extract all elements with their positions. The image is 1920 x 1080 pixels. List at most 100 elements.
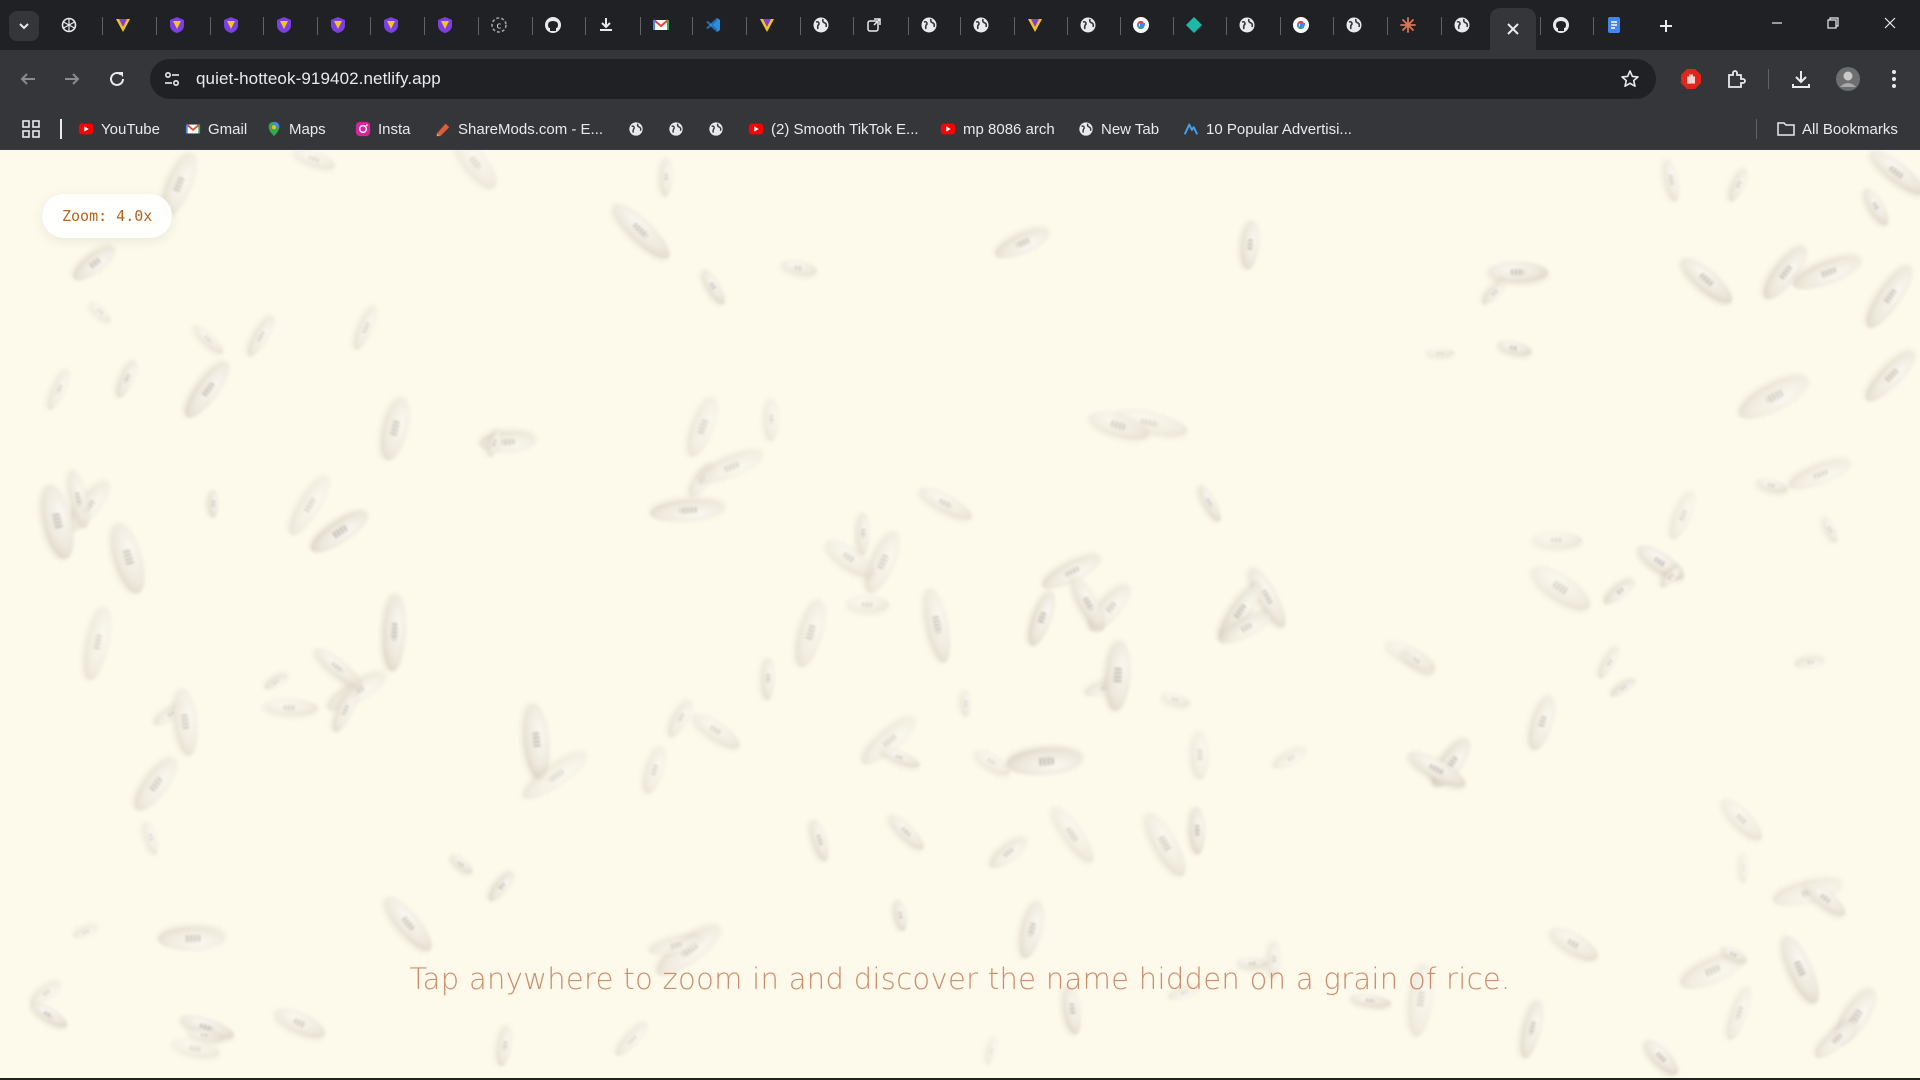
bookmark-item[interactable] (668, 118, 684, 140)
extension-adblock-button[interactable] (1675, 63, 1707, 95)
browser-tab[interactable] (1333, 8, 1375, 42)
forward-button[interactable] (56, 63, 88, 95)
rice-grain (1517, 999, 1548, 1061)
rice-grain (1665, 489, 1700, 543)
bookmark-item[interactable]: Insta (355, 118, 411, 140)
browser-tab[interactable] (640, 8, 682, 42)
browser-tab-active[interactable] (1490, 8, 1536, 50)
rice-grain (1716, 793, 1768, 846)
apps-button[interactable] (22, 118, 40, 140)
extensions-button[interactable] (1720, 63, 1752, 95)
browser-tab[interactable] (1067, 8, 1109, 42)
new-tab-button[interactable] (1651, 11, 1681, 41)
address-bar[interactable]: quiet-hotteok-919402.netlify.app (150, 59, 1656, 99)
all-bookmarks-button[interactable]: All Bookmarks (1777, 118, 1898, 140)
tab-separator (800, 17, 801, 35)
bookmark-item[interactable]: 10 Popular Advertisi... (1183, 118, 1352, 140)
bookmark-star-button[interactable] (1618, 67, 1642, 91)
browser-tab[interactable] (908, 8, 950, 42)
bookmark-item[interactable]: mp 8086 arch (940, 118, 1055, 140)
rice-grain (1532, 531, 1583, 549)
browser-tab[interactable] (532, 8, 574, 42)
rice-field[interactable] (0, 150, 1920, 1078)
browser-tab[interactable] (1226, 8, 1268, 42)
browser-tab[interactable] (263, 8, 305, 42)
browser-tab[interactable] (1441, 8, 1483, 42)
bookmark-item[interactable]: ShareMods.com - E... (435, 118, 603, 140)
tab-separator (853, 17, 854, 35)
rice-grain (765, 398, 780, 441)
back-button[interactable] (12, 63, 44, 95)
page-viewport[interactable]: Zoom: 4.0x Tap anywhere to zoom in and d… (0, 150, 1920, 1078)
browser-tab[interactable] (1280, 8, 1322, 42)
downloads-button[interactable] (1785, 63, 1817, 95)
bookmark-item[interactable] (708, 118, 724, 140)
browser-tab[interactable] (960, 8, 1002, 42)
google-icon (1293, 17, 1309, 33)
minimize-button[interactable] (1749, 0, 1805, 46)
browser-tab[interactable] (424, 8, 466, 42)
tab-separator (1226, 17, 1227, 35)
rice-grain (271, 1002, 329, 1044)
bookmark-item[interactable]: YouTube (78, 118, 160, 140)
browser-tab[interactable] (1593, 8, 1635, 42)
browser-tab[interactable] (210, 8, 252, 42)
browser-tab[interactable] (853, 8, 895, 42)
youtube-icon (748, 123, 764, 135)
rice-grain (1726, 167, 1751, 204)
rice-grain (1191, 731, 1209, 780)
rice-grain (375, 394, 415, 464)
bookmark-item[interactable] (628, 118, 644, 140)
rice-grain (378, 890, 439, 957)
rice-grain (448, 150, 504, 195)
browser-menu-button[interactable] (1878, 63, 1910, 95)
browser-tab[interactable] (48, 8, 90, 42)
browser-tab[interactable] (1387, 8, 1429, 42)
star-icon (1621, 70, 1639, 87)
rice-grain (1786, 454, 1855, 496)
restore-button[interactable] (1805, 0, 1861, 46)
bookmark-item[interactable]: New Tab (1078, 118, 1159, 140)
browser-tab[interactable] (746, 8, 788, 42)
reload-button[interactable] (101, 63, 133, 95)
tab-separator (156, 17, 157, 35)
bookmark-label: Maps (289, 120, 326, 138)
rice-grain (157, 926, 226, 952)
bookmark-item[interactable]: Maps (266, 118, 326, 140)
tab-separator (692, 17, 693, 35)
browser-tab[interactable] (585, 8, 627, 42)
rice-grain (1023, 589, 1060, 650)
browser-tab[interactable] (370, 8, 412, 42)
tab-separator (317, 17, 318, 35)
rice-grain (1609, 676, 1639, 699)
tab-search-button[interactable] (9, 11, 39, 41)
site-info-button[interactable] (160, 67, 184, 91)
shield-v-icon (170, 17, 184, 33)
profile-avatar[interactable] (1832, 63, 1864, 95)
browser-tab[interactable] (800, 8, 842, 42)
rice-grain (1794, 656, 1825, 670)
close-window-button[interactable] (1862, 0, 1918, 46)
tab-separator (370, 17, 371, 35)
browser-tab[interactable] (1014, 8, 1056, 42)
browser-tab[interactable] (156, 8, 198, 42)
globe-icon (973, 17, 989, 33)
tab-separator (1173, 17, 1174, 35)
url-text[interactable]: quiet-hotteok-919402.netlify.app (196, 69, 441, 89)
browser-tab[interactable] (1173, 8, 1215, 42)
browser-tab[interactable] (692, 8, 734, 42)
browser-tab[interactable] (1120, 8, 1162, 42)
puzzle-icon (1728, 70, 1746, 88)
browser-tab[interactable] (1540, 8, 1582, 42)
github-icon (1553, 17, 1569, 33)
bookmark-item[interactable]: Gmail (185, 118, 247, 140)
vercel-v-icon (1028, 19, 1042, 32)
browser-tab[interactable] (317, 8, 359, 42)
rice-grain (688, 707, 744, 754)
rice-grain (1159, 689, 1191, 708)
browser-tab[interactable] (102, 8, 144, 42)
globe-icon (669, 122, 683, 136)
bookmark-item[interactable]: (2) Smooth TikTok E... (748, 118, 919, 140)
browser-tab[interactable]: c (478, 8, 520, 42)
rice-grain (1595, 645, 1623, 681)
